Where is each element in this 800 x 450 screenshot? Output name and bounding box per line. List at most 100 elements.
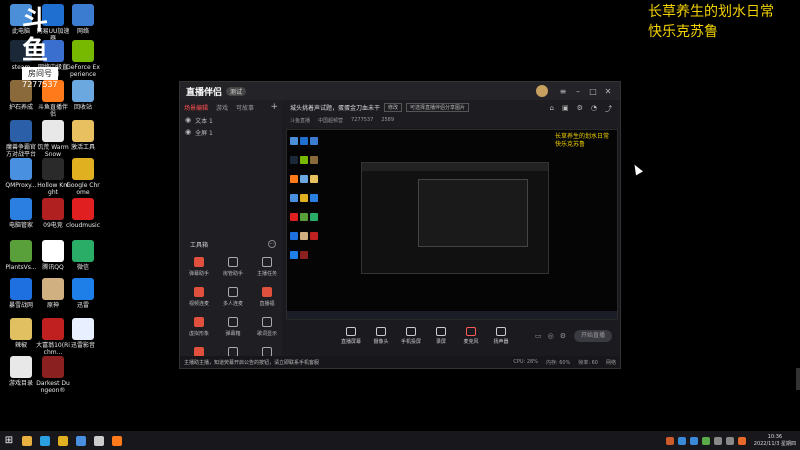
- add-scene-icon[interactable]: +: [270, 102, 278, 112]
- control-screen[interactable]: 直播屏幕: [336, 327, 366, 345]
- toolbox-title: 工具箱: [190, 242, 209, 249]
- source-row[interactable]: ◉ 全屏 1: [180, 126, 282, 138]
- edit-title-button[interactable]: 修改: [384, 102, 403, 112]
- maximize-icon[interactable]: □: [587, 87, 599, 96]
- tray-app-icon[interactable]: [701, 436, 710, 445]
- desktop-shortcut[interactable]: Google Chrome: [66, 158, 100, 196]
- tool-button[interactable]: 歌词显示: [250, 317, 284, 347]
- tool-button[interactable]: 视频连麦: [182, 287, 216, 317]
- eye-icon[interactable]: ◉: [185, 116, 191, 124]
- desktop-shortcut[interactable]: QMProxy...: [4, 158, 38, 189]
- taskbar-app[interactable]: [90, 434, 108, 448]
- taskbar-app[interactable]: [18, 434, 36, 448]
- desktop-shortcut[interactable]: 09电竞: [36, 198, 70, 229]
- desktop-shortcut[interactable]: 原神: [36, 278, 70, 309]
- preview-shortcut-icon: [290, 175, 298, 183]
- tool-button[interactable]: 多人连麦: [216, 287, 250, 317]
- desktop-shortcut[interactable]: 微信: [66, 240, 100, 271]
- desktop-shortcut[interactable]: 魔兽争霸官方对战平台: [4, 120, 38, 158]
- desktop-shortcut[interactable]: Hollow Knight: [36, 158, 70, 196]
- user-avatar[interactable]: [536, 85, 548, 97]
- control-speaker[interactable]: 扬声器: [486, 327, 516, 345]
- stream-title[interactable]: 城头挑着声试题，蛋蛋金刀血未干: [290, 103, 380, 112]
- desktop-shortcut[interactable]: 腾讯QQ: [36, 240, 70, 271]
- chrome-icon: [72, 158, 94, 180]
- tool-label: 视频连麦: [188, 301, 209, 307]
- desktop-shortcut[interactable]: 回收站: [66, 80, 100, 111]
- live-companion-window: 直播伴侣 测试 ≡ – □ ✕ 场景编辑 游戏 可故事 + ◉ 文本 1 ◉ 全…: [179, 81, 621, 369]
- taskbar-app[interactable]: [72, 434, 90, 448]
- desktop-shortcut[interactable]: 游戏目录: [4, 356, 38, 387]
- tool-label: 弹幕箱: [225, 331, 241, 337]
- control-microphone[interactable]: 麦克风: [456, 327, 486, 345]
- tab-story[interactable]: 可故事: [236, 103, 254, 112]
- gear-icon[interactable]: ⚙: [560, 332, 566, 340]
- tool-button[interactable]: 弹幕助手: [182, 257, 216, 287]
- desktop-shortcut[interactable]: 激活工具: [66, 120, 100, 151]
- tool-label: 弹幕助手: [188, 271, 209, 277]
- tool-button[interactable]: 房管助手: [216, 257, 250, 287]
- gift-icon[interactable]: ⌂: [550, 104, 554, 114]
- clock-date: 2022/11/3 星期四: [753, 440, 796, 447]
- live-preview[interactable]: 长草养生的划水日常 快乐克苏鲁: [286, 129, 618, 320]
- tab-scene-edit[interactable]: 场景编辑: [184, 103, 208, 112]
- network-icon[interactable]: [713, 436, 722, 445]
- phone-cast-icon: [406, 327, 416, 336]
- tab-game[interactable]: 游戏: [216, 103, 228, 112]
- preview-shortcut-icon: [290, 156, 298, 164]
- desktop-shortcut[interactable]: 电脑管家: [4, 198, 38, 229]
- source-row[interactable]: ◉ 文本 1: [180, 114, 282, 126]
- preview-shortcut-icon: [290, 137, 298, 145]
- desktop-shortcut[interactable]: 迅雷: [66, 278, 100, 309]
- cloudmusic-icon: [72, 198, 94, 220]
- window-titlebar[interactable]: 直播伴侣 测试 ≡ – □ ✕: [180, 82, 620, 100]
- minimize-icon[interactable]: –: [572, 87, 584, 96]
- desktop-shortcut[interactable]: 暴雪战网: [4, 278, 38, 309]
- preview-shortcut-icon: [290, 232, 298, 240]
- start-menu-icon[interactable]: ⊞: [0, 435, 18, 446]
- watermark-tag: 房间号: [22, 67, 58, 80]
- system-clock[interactable]: 10:36 2022/11/3 星期四: [754, 434, 796, 448]
- share-icon[interactable]: ⤴: [605, 104, 612, 114]
- taskbar-app[interactable]: [54, 434, 72, 448]
- tool-button[interactable]: 虚拟形象: [182, 317, 216, 347]
- tray-app-icon[interactable]: [689, 436, 698, 445]
- start-live-button[interactable]: 开始直播: [574, 330, 612, 342]
- desktop-shortcut[interactable]: cloudmusic: [66, 198, 100, 229]
- desktop-shortcut[interactable]: 辣椒: [4, 318, 38, 349]
- eye-off-icon[interactable]: ◎: [548, 332, 554, 340]
- desktop-shortcut-label: 大富翁10(Richm...: [36, 342, 70, 356]
- desktop-shortcut[interactable]: 迅雷影音: [66, 318, 100, 349]
- tray-app-icon[interactable]: [677, 436, 686, 445]
- tool-button[interactable]: 弹幕箱: [216, 317, 250, 347]
- stream-category[interactable]: 斗鱼直播: [290, 117, 310, 124]
- tray-app-icon[interactable]: [665, 436, 674, 445]
- tool-button[interactable]: 主播任务: [250, 257, 284, 287]
- taskbar-app[interactable]: [36, 434, 54, 448]
- preview-shortcut-icon: [310, 194, 318, 202]
- tool-button[interactable]: 直播福: [250, 287, 284, 317]
- tray-app-icon[interactable]: [737, 436, 746, 445]
- desktop-shortcut[interactable]: Darkest Dungeon®: [36, 356, 70, 394]
- menu-icon[interactable]: ≡: [557, 87, 569, 96]
- close-icon[interactable]: ✕: [602, 87, 614, 96]
- desktop-shortcut[interactable]: 网络: [66, 4, 100, 35]
- settings-icon[interactable]: ⚙: [577, 104, 583, 114]
- lock-icon[interactable]: ▣: [562, 104, 569, 114]
- volume-icon[interactable]: [725, 436, 734, 445]
- game-dir-icon: [10, 356, 32, 378]
- control-record[interactable]: 录屏: [426, 327, 456, 345]
- desktop-shortcut[interactable]: GeForce Experience: [66, 40, 100, 78]
- desktop-shortcut[interactable]: 饥荒 Warm Snow: [36, 120, 70, 158]
- desktop-shortcut[interactable]: PlantsVs...: [4, 240, 38, 271]
- taskbar-app[interactable]: [108, 434, 126, 448]
- obs-icon: [94, 435, 104, 446]
- share-chip[interactable]: 可选择直播伴侣分享图片: [406, 102, 470, 112]
- desktop-shortcut[interactable]: 大富翁10(Richm...: [36, 318, 70, 356]
- eye-icon[interactable]: ◉: [185, 128, 191, 136]
- layout-icon[interactable]: ▭: [535, 332, 542, 340]
- control-phone-cast[interactable]: 手机投屏: [396, 327, 426, 345]
- more-tools-icon[interactable]: ⋯: [268, 240, 276, 248]
- control-camera[interactable]: 摄像头: [366, 327, 396, 345]
- bell-icon[interactable]: ◔: [591, 104, 597, 114]
